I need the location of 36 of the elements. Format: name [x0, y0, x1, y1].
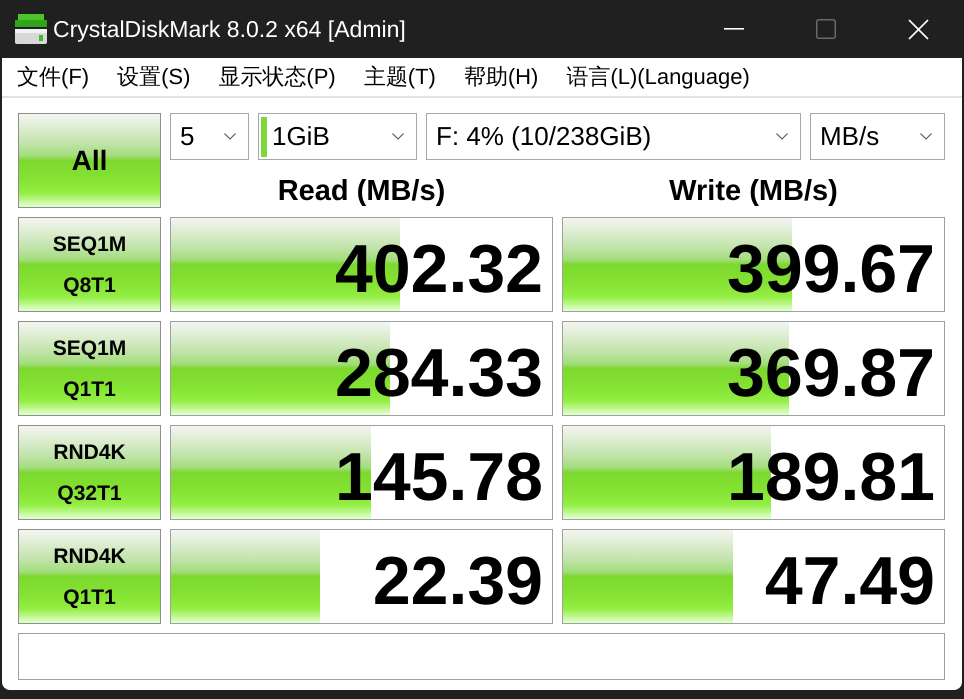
- menu-item[interactable]: 文件(F): [17, 62, 90, 92]
- menu-item[interactable]: 设置(S): [117, 62, 190, 92]
- maximize-icon: [816, 19, 836, 39]
- write-column-header: Write (MB/s): [669, 174, 838, 208]
- comment-field[interactable]: [18, 633, 945, 680]
- minimize-icon: [724, 28, 744, 30]
- chevron-down-icon: [776, 133, 788, 140]
- read-column-header: Read (MB/s): [278, 174, 446, 208]
- size-dropdown[interactable]: 1GiB: [258, 113, 417, 160]
- menu-item[interactable]: 语言(L)(Language): [566, 62, 750, 92]
- test-button[interactable]: SEQ1M Q8T1: [18, 217, 161, 312]
- write-speed-value: 369.87: [727, 338, 935, 406]
- bar-icon: [261, 116, 267, 156]
- test-button[interactable]: RND4K Q32T1: [18, 425, 161, 520]
- test-button[interactable]: SEQ1M Q1T1: [18, 321, 161, 416]
- window-title: CrystalDiskMark 8.0.2 x64 [Admin]: [53, 16, 406, 42]
- close-icon: [908, 18, 928, 40]
- read-speed-value: 284.33: [335, 338, 543, 406]
- menu-item[interactable]: 主题(T): [364, 62, 436, 92]
- menu-item[interactable]: 帮助(H): [464, 62, 538, 92]
- read-speed-value: 22.39: [372, 546, 543, 614]
- write-speed-value: 47.49: [764, 546, 935, 614]
- all-button[interactable]: All: [18, 113, 161, 208]
- test-button[interactable]: RND4K Q1T1: [18, 529, 161, 624]
- drive-icon: [15, 14, 47, 44]
- write-speed-value: 399.67: [727, 234, 935, 302]
- count-dropdown[interactable]: 5: [170, 113, 249, 160]
- read-speed-value: 402.32: [335, 234, 543, 302]
- chevron-down-icon: [392, 133, 404, 140]
- chevron-down-icon: [920, 133, 932, 140]
- read-speed-value: 145.78: [335, 442, 543, 510]
- write-speed-value: 189.81: [727, 442, 935, 510]
- drive-dropdown[interactable]: F: 4% (10/238GiB): [426, 113, 801, 160]
- menu-item[interactable]: 显示状态(P): [218, 62, 336, 92]
- chevron-down-icon: [224, 133, 236, 140]
- unit-dropdown[interactable]: MB/s: [810, 113, 945, 160]
